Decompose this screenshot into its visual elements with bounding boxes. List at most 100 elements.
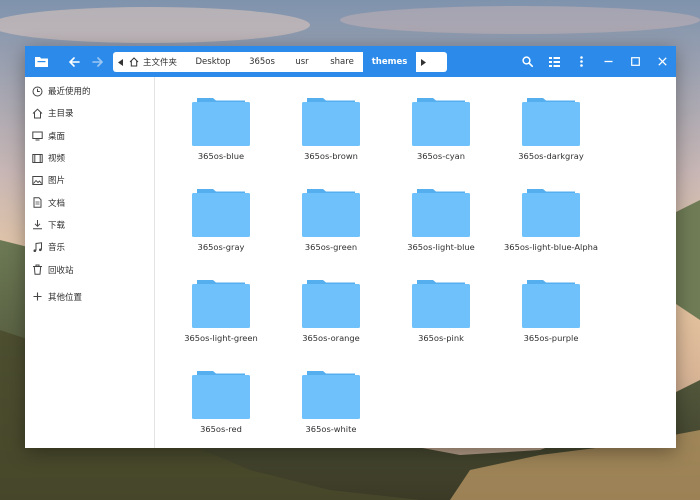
triangle-right-icon (420, 58, 426, 66)
forward-button[interactable] (87, 52, 107, 72)
trash-icon (32, 264, 43, 275)
breadcrumb-item-themes[interactable]: themes (363, 52, 417, 72)
sidebar-item-home[interactable]: 主目录 (25, 102, 154, 124)
folder-name: 365os-light-blue (407, 242, 475, 252)
maximize-button[interactable] (622, 46, 649, 77)
folder-item[interactable]: 365os-light-blue (386, 188, 496, 279)
folder-item[interactable]: 365os-red (166, 370, 276, 448)
folder-item[interactable]: 365os-cyan (386, 97, 496, 188)
maximize-icon (631, 57, 640, 66)
video-icon (32, 153, 43, 164)
file-manager-window: 主文件夹 Desktop 365os usr share themes 最近使用… (25, 46, 676, 448)
view-options-button[interactable] (541, 46, 568, 77)
folder-item[interactable]: 365os-light-green (166, 279, 276, 370)
folder-item[interactable]: 365os-green (276, 188, 386, 279)
folder-item[interactable]: 365os-pink (386, 279, 496, 370)
arrow-left-icon (68, 57, 80, 67)
sidebar-item-downloads[interactable]: 下载 (25, 214, 154, 236)
sidebar-item-label: 其他位置 (48, 292, 83, 303)
folder-name: 365os-darkgray (518, 151, 584, 161)
sidebar-item-label: 桌面 (48, 131, 66, 142)
folder-item[interactable]: 365os-light-blue-Alpha (496, 188, 606, 279)
folder-icon (192, 280, 250, 328)
folder-icon (412, 98, 470, 146)
download-icon (32, 219, 43, 230)
close-icon (658, 57, 667, 66)
breadcrumb-scroll-left-button[interactable] (113, 52, 127, 72)
folder-item[interactable]: 365os-gray (166, 188, 276, 279)
folder-icon (192, 189, 250, 237)
breadcrumb: 主文件夹 Desktop 365os usr share themes (113, 52, 447, 72)
folder-item[interactable]: 365os-blue (166, 97, 276, 188)
breadcrumb-item-label: share (330, 57, 354, 67)
file-manager-app-icon (33, 54, 49, 69)
search-icon (522, 56, 533, 67)
folder-name: 365os-blue (197, 151, 245, 161)
folder-icon (302, 98, 360, 146)
clock-icon (32, 86, 43, 97)
back-button[interactable] (64, 52, 84, 72)
list-view-icon (549, 56, 560, 67)
minimize-icon (604, 60, 613, 63)
folder-icon (412, 189, 470, 237)
folder-name: 365os-orange (302, 333, 360, 343)
titlebar: 主文件夹 Desktop 365os usr share themes (25, 46, 676, 77)
home-icon (129, 57, 139, 67)
breadcrumb-item-share[interactable]: share (321, 52, 363, 72)
titlebar-tools (514, 46, 676, 77)
desktop-icon (32, 130, 43, 141)
breadcrumb-scroll-right-button[interactable] (416, 52, 431, 72)
folder-item[interactable]: 365os-white (276, 370, 386, 448)
triangle-left-icon (117, 58, 123, 66)
folder-name: 365os-cyan (416, 151, 466, 161)
close-button[interactable] (649, 46, 676, 77)
arrow-right-icon (91, 57, 103, 67)
sidebar-item-documents[interactable]: 文档 (25, 191, 154, 213)
sidebar: 最近使用的 主目录 桌面 视频 图片 文档 下载 音乐 回收站 其他位置 (25, 77, 155, 448)
kebab-menu-icon (580, 56, 583, 67)
breadcrumb-item-label: usr (295, 57, 309, 67)
sidebar-item-label: 主目录 (48, 109, 74, 120)
sidebar-item-recent[interactable]: 最近使用的 (25, 80, 154, 102)
breadcrumb-item-usr[interactable]: usr (283, 52, 321, 72)
folder-name: 365os-light-green (184, 333, 258, 343)
folder-icon (412, 280, 470, 328)
sidebar-item-videos[interactable]: 视频 (25, 147, 154, 169)
sidebar-item-label: 音乐 (48, 243, 66, 254)
document-icon (32, 197, 43, 208)
folder-grid: 365os-blue 365os-brown 365os-cyan 365os-… (166, 97, 606, 448)
folder-item[interactable]: 365os-brown (276, 97, 386, 188)
sidebar-item-desktop[interactable]: 桌面 (25, 125, 154, 147)
sidebar-item-pictures[interactable]: 图片 (25, 169, 154, 191)
menu-button[interactable] (568, 46, 595, 77)
plus-icon (32, 291, 43, 302)
breadcrumb-home[interactable]: 主文件夹 (127, 52, 185, 72)
sidebar-item-label: 文档 (48, 198, 66, 209)
search-button[interactable] (514, 46, 541, 77)
picture-icon (32, 175, 43, 186)
folder-name: 365os-red (200, 424, 242, 434)
folder-name: 365os-pink (418, 333, 464, 343)
home-icon (32, 108, 43, 119)
minimize-button[interactable] (595, 46, 622, 77)
folder-name: 365os-light-blue-Alpha (504, 242, 598, 252)
folder-name: 365os-brown (304, 151, 358, 161)
folder-icon (522, 98, 580, 146)
folder-item[interactable]: 365os-orange (276, 279, 386, 370)
sidebar-item-music[interactable]: 音乐 (25, 236, 154, 258)
breadcrumb-item-desktop[interactable]: Desktop (185, 52, 241, 72)
breadcrumb-home-label: 主文件夹 (143, 58, 178, 68)
breadcrumb-item-365os[interactable]: 365os (241, 52, 283, 72)
folder-icon (302, 371, 360, 419)
folder-name: 365os-green (304, 242, 358, 252)
folder-icon (192, 371, 250, 419)
folder-icon (302, 280, 360, 328)
sidebar-item-other-locations[interactable]: 其他位置 (25, 286, 154, 308)
sidebar-item-trash[interactable]: 回收站 (25, 258, 154, 280)
folder-item[interactable]: 365os-darkgray (496, 97, 606, 188)
folder-name: 365os-white (305, 424, 357, 434)
folder-item[interactable]: 365os-purple (496, 279, 606, 370)
sidebar-item-label: 回收站 (48, 265, 74, 276)
sidebar-item-label: 视频 (48, 154, 66, 165)
folder-icon (302, 189, 360, 237)
